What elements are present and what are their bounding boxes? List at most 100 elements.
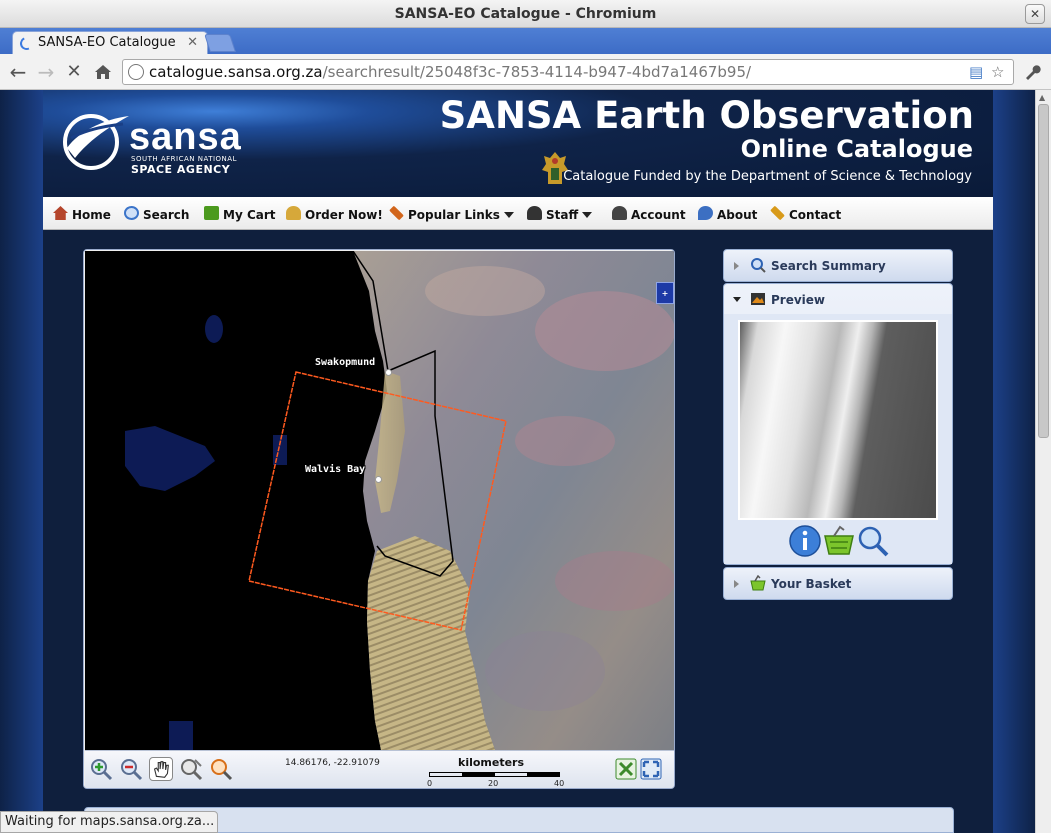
expanded-triangle-icon <box>733 297 741 302</box>
menu-staff-label: Staff <box>546 208 579 222</box>
page-title: SANSA Earth Observation <box>439 94 974 137</box>
your-basket-label: Your Basket <box>771 577 852 591</box>
menu-search-label: Search <box>143 208 190 222</box>
your-basket-panel[interactable]: Your Basket <box>723 567 953 600</box>
scroll-up-icon[interactable]: ▲ <box>1039 93 1045 102</box>
tab-title: SANSA-EO Catalogue <box>38 35 176 50</box>
zoom-box-icon[interactable] <box>179 757 203 781</box>
map-label-town2: Walvis Bay <box>305 464 366 475</box>
map-canvas[interactable]: Swakopmund Walvis Bay + <box>85 251 674 750</box>
plus-icon: + <box>661 289 669 298</box>
scrollbar-thumb[interactable] <box>1038 104 1049 438</box>
cursor-coordinates: 14.86176, -22.91079 <box>285 758 380 768</box>
search-summary-label: Search Summary <box>771 259 886 273</box>
home-icon <box>95 65 111 79</box>
menu-popular-links-label: Popular Links <box>408 208 500 222</box>
pan-hand-icon[interactable] <box>149 757 173 781</box>
menu-about[interactable]: About <box>698 197 757 230</box>
collapsed-triangle-icon <box>734 262 739 270</box>
tab-strip: SANSA-EO Catalogue ✕ <box>0 28 1051 55</box>
logo-wordmark: sansa <box>129 116 242 158</box>
main-menu: Home Search My Cart Order Now! Popular L… <box>43 197 993 230</box>
search-summary-header[interactable]: Search Summary <box>724 250 952 280</box>
wrench-icon <box>1026 65 1041 80</box>
scale-tick-40: 40 <box>554 779 565 788</box>
map-toolbar: 14.86176, -22.91079 kilometers 0 20 40 <box>85 750 674 788</box>
zoom-out-icon[interactable] <box>119 757 143 781</box>
menu-staff[interactable]: Staff <box>527 197 593 230</box>
new-tab-button[interactable] <box>204 34 236 52</box>
chevron-down-icon <box>582 212 593 218</box>
your-basket-header[interactable]: Your Basket <box>724 568 952 598</box>
preview-thumbnail[interactable] <box>738 320 938 520</box>
menu-my-cart-label: My Cart <box>223 208 276 222</box>
status-bubble: Waiting for maps.sansa.org.za... <box>0 811 218 833</box>
logo-subtitle-line1: SOUTH AFRICAN NATIONAL <box>131 155 237 163</box>
menu-my-cart[interactable]: My Cart <box>204 197 276 230</box>
search-summary-panel[interactable]: Search Summary <box>723 249 953 282</box>
town2-marker-icon[interactable] <box>375 476 382 483</box>
page-viewport: sansa SOUTH AFRICAN NATIONAL SPACE AGENC… <box>0 90 1035 833</box>
window-title: SANSA-EO Catalogue - Chromium <box>394 6 657 22</box>
menu-account[interactable]: Account <box>612 197 686 230</box>
order-icon <box>286 206 301 220</box>
people-icon <box>527 206 542 220</box>
layer-switcher-button[interactable]: + <box>656 282 674 304</box>
logo-subtitle-line2: SPACE AGENCY <box>131 163 231 176</box>
home-button[interactable] <box>91 60 115 84</box>
preview-body <box>724 314 952 564</box>
menu-order-now[interactable]: Order Now! <box>286 197 383 230</box>
basket-icon <box>204 206 219 220</box>
house-icon <box>53 206 68 220</box>
pencil-icon <box>770 205 785 221</box>
wrench-menu-button[interactable] <box>1020 60 1044 84</box>
zoom-extent-icon[interactable] <box>209 757 233 781</box>
browser-toolbar: ← → ✕ catalogue.sansa.org.za/searchresul… <box>0 54 1051 90</box>
menu-contact[interactable]: Contact <box>770 197 841 230</box>
satellite-imagery <box>125 251 674 750</box>
zoom-to-footprint-icon[interactable] <box>615 758 637 780</box>
stop-button[interactable]: ✕ <box>62 60 86 84</box>
address-bar[interactable]: catalogue.sansa.org.za/searchresult/2504… <box>122 59 1014 85</box>
sansa-logo-icon[interactable] <box>61 108 131 172</box>
preview-panel: Preview <box>723 283 953 565</box>
menu-home[interactable]: Home <box>53 197 111 230</box>
pencil-icon <box>389 205 404 221</box>
browser-tab[interactable]: SANSA-EO Catalogue ✕ <box>12 31 208 55</box>
rss-icon[interactable]: ▤ <box>969 64 987 80</box>
menu-home-label: Home <box>72 208 111 222</box>
basket-icon <box>750 575 766 591</box>
collapsed-triangle-icon <box>734 580 739 588</box>
window-titlebar: SANSA-EO Catalogue - Chromium ✕ <box>0 0 1051 28</box>
forward-button[interactable]: → <box>34 60 58 84</box>
magnifier-icon <box>124 206 139 220</box>
town1-marker-icon[interactable] <box>385 369 392 376</box>
page-background-right <box>993 90 1035 833</box>
preview-header[interactable]: Preview <box>724 284 952 314</box>
zoom-in-icon[interactable] <box>89 757 113 781</box>
address-text: catalogue.sansa.org.za/searchresult/2504… <box>149 60 751 84</box>
add-to-basket-icon[interactable] <box>822 524 856 558</box>
back-button[interactable]: ← <box>6 60 30 84</box>
tab-close-icon[interactable]: ✕ <box>187 32 198 54</box>
menu-search[interactable]: Search <box>124 197 189 230</box>
menu-order-now-label: Order Now! <box>305 208 383 222</box>
scale-bar <box>429 772 560 777</box>
chevron-down-icon <box>503 212 514 218</box>
bookmark-star-icon[interactable]: ☆ <box>991 64 1009 80</box>
zoom-preview-icon[interactable] <box>856 524 890 558</box>
menu-account-label: Account <box>631 208 686 222</box>
menu-popular-links[interactable]: Popular Links <box>389 197 514 230</box>
user-icon <box>612 206 627 220</box>
fullscreen-icon[interactable] <box>640 758 662 780</box>
image-icon <box>751 293 765 305</box>
window-close-button[interactable]: ✕ <box>1025 4 1045 24</box>
page-background-left <box>0 90 43 833</box>
site-container: sansa SOUTH AFRICAN NATIONAL SPACE AGENC… <box>43 90 993 833</box>
site-header: sansa SOUTH AFRICAN NATIONAL SPACE AGENC… <box>43 90 993 197</box>
magnifier-icon <box>751 258 766 273</box>
menu-contact-label: Contact <box>789 208 842 222</box>
info-icon[interactable] <box>788 524 822 558</box>
globe-icon <box>128 64 144 80</box>
page-scrollbar[interactable]: ▲ <box>1035 90 1051 833</box>
